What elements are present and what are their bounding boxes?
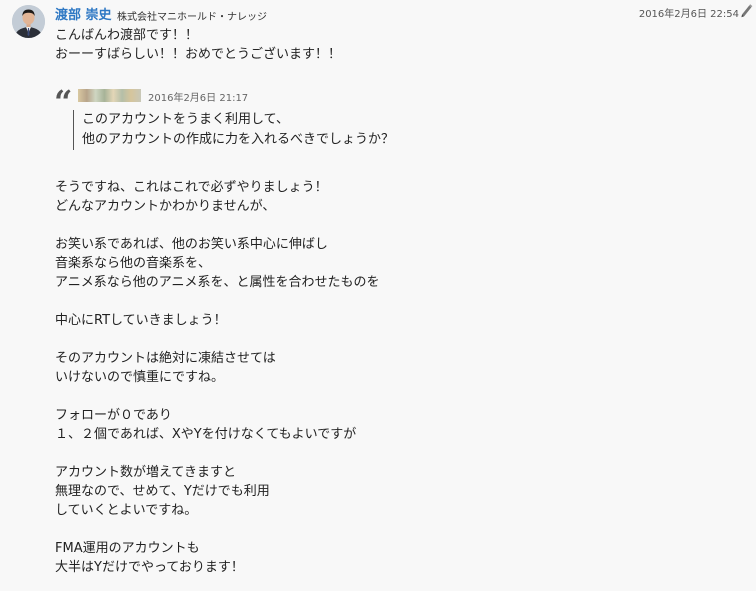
- message-line: アニメ系なら他のアニメ系を、と属性を合わせたものを: [55, 275, 380, 290]
- message-line: １、２個であれば、XやYを付けなくてもよいですが: [55, 427, 357, 442]
- quoted-author-avatar: [78, 89, 141, 102]
- message-line: どんなアカウントかわかりませんが、: [55, 199, 276, 214]
- message-line: そうですね、これはこれで必ずやりましょう！: [55, 180, 328, 195]
- message-line: そのアカウントは絶対に凍結させては: [55, 351, 276, 366]
- message-line: 音楽系なら他の音楽系を、: [55, 256, 212, 271]
- greeting-text: こんばんわ渡部です！！ おーーすばらしい！！おめでとうございます！！: [55, 26, 341, 64]
- message-line: アカウント数が増えてきますと: [55, 465, 236, 480]
- company-name: 株式会社マニホールド・ナレッジ: [117, 12, 267, 23]
- message-body: そうですね、これはこれで必ずやりましょう！ どんなアカウントかわかりませんが、 …: [55, 178, 379, 577]
- message-line: FMA運用のアカウントも: [55, 541, 200, 556]
- message-line: [55, 216, 379, 235]
- quote-mark-icon: “: [54, 83, 73, 121]
- message-line: フォローが０であり: [55, 408, 172, 423]
- message-line: 無理なので、せめて、Yだけでも利用: [55, 484, 270, 499]
- message-line: いけないので慎重にですね。: [55, 370, 225, 385]
- message-line: おーーすばらしい！！おめでとうございます！！: [55, 47, 342, 62]
- message-line: [55, 444, 379, 463]
- message-line: お笑い系であれば、他のお笑い系中心に伸ばし: [55, 237, 328, 252]
- post-timestamp: 2016年2月6日 22:54: [638, 9, 739, 20]
- message-line: [55, 292, 379, 311]
- message-line: [55, 330, 379, 349]
- quote-timestamp: 2016年2月6日 21:17: [148, 93, 249, 104]
- message-line: [55, 520, 379, 539]
- quote-line: このアカウントをうまく利用して、: [82, 112, 289, 127]
- pencil-icon[interactable]: [740, 3, 753, 18]
- message-line: こんばんわ渡部です！！: [55, 28, 199, 43]
- message-line: [55, 387, 379, 406]
- message-line: 中心にRTしていきましょう！: [55, 313, 227, 328]
- quote-line: 他のアカウントの作成に力を入れるべきでしょうか？: [82, 132, 395, 147]
- quote-block: このアカウントをうまく利用して、 他のアカウントの作成に力を入れるべきでしょうか…: [73, 110, 394, 150]
- avatar[interactable]: [12, 5, 45, 38]
- message-line: していくとよいですね。: [55, 503, 198, 518]
- author-name[interactable]: 渡部 崇史: [55, 4, 112, 23]
- message-line: 大半はYだけでやっております！: [55, 560, 244, 575]
